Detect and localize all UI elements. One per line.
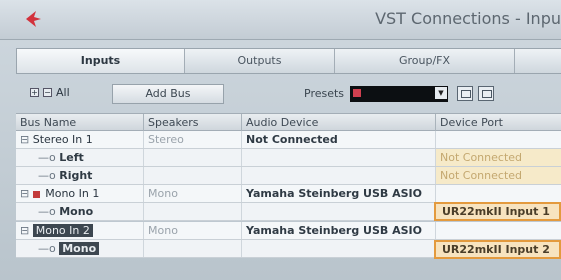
device-port-cell[interactable]: Not Connected (436, 167, 561, 184)
bus-name-selected[interactable]: Mono In 2 (32, 224, 93, 237)
tab-inputs[interactable]: Inputs (17, 49, 185, 73)
title-bar: VST Connections - Inpu (0, 0, 561, 40)
channel-name-cell: —o Left (16, 149, 144, 166)
device-port-cell[interactable] (436, 185, 561, 202)
tab-outputs[interactable]: Outputs (185, 49, 335, 73)
audio-device-cell (242, 203, 436, 220)
column-header-audio-device[interactable]: Audio Device (242, 114, 436, 131)
table-header: Bus Name Speakers Audio Device Device Po… (16, 113, 561, 131)
bus-name: Stereo In 1 (32, 133, 93, 146)
all-label: All (56, 86, 70, 99)
expand-all-toggle[interactable]: + − All (30, 86, 70, 99)
device-port-cell[interactable] (436, 131, 561, 148)
column-header-speakers[interactable]: Speakers (144, 114, 242, 131)
window-title: VST Connections - Inpu (375, 9, 561, 28)
device-port-input-1[interactable]: UR22mkII Input 1 (434, 202, 561, 221)
collapse-icon[interactable]: ⊟ (20, 187, 29, 200)
speakers-cell (144, 203, 242, 220)
channel-connector-icon: —o (38, 242, 56, 255)
collapse-icon[interactable]: ⊟ (20, 224, 29, 237)
speakers-cell[interactable]: Stereo (144, 131, 242, 148)
speakers-cell (144, 149, 242, 166)
table-row[interactable]: ⊟ Stereo In 1 Stereo Not Connected (16, 131, 561, 149)
table-row[interactable]: ⊟ Mono In 2 Mono Yamaha Steinberg USB AS… (16, 222, 561, 240)
device-port-input-2[interactable]: UR22mkII Input 2 (434, 240, 561, 259)
vst-connections-window: VST Connections - Inpu Inputs Outputs Gr… (0, 0, 561, 280)
speakers-cell (144, 167, 242, 184)
column-header-device-port[interactable]: Device Port (436, 114, 561, 131)
speaker-icon (32, 190, 40, 198)
channel-name: Mono (59, 205, 94, 218)
bus-name-cell: ⊟ Mono In 2 (16, 222, 144, 239)
audio-device-cell (242, 240, 436, 257)
channel-name-selected[interactable]: Mono (59, 242, 100, 255)
collapse-icon[interactable]: ⊟ (20, 133, 29, 146)
audio-device-cell (242, 149, 436, 166)
channel-connector-icon: —o (38, 205, 56, 218)
channel-connector-icon: —o (38, 169, 56, 182)
save-preset-icon[interactable] (457, 86, 473, 101)
column-header-bus-name[interactable]: Bus Name (16, 114, 144, 131)
bus-name-cell: ⊟ Mono In 1 (16, 185, 144, 202)
device-port-cell[interactable] (436, 222, 561, 239)
table-row[interactable]: —o Left Not Connected (16, 149, 561, 167)
audio-device-cell[interactable]: Not Connected (242, 131, 436, 148)
channel-connector-icon: —o (38, 151, 56, 164)
chevron-down-icon: ▼ (435, 87, 447, 99)
toolbar: + − All Add Bus Presets ▼ (16, 82, 561, 106)
collapse-icon: − (43, 88, 52, 97)
audio-device-cell[interactable]: Yamaha Steinberg USB ASIO (242, 222, 436, 239)
device-port-cell[interactable]: Not Connected (436, 149, 561, 166)
audio-device-cell (242, 167, 436, 184)
channel-name-cell: —o Mono (16, 240, 144, 257)
tab-group-fx[interactable]: Group/FX (335, 49, 515, 73)
cubase-logo-icon (26, 11, 41, 27)
expand-icon: + (30, 88, 39, 97)
audio-device-cell[interactable]: Yamaha Steinberg USB ASIO (242, 185, 436, 202)
add-bus-button[interactable]: Add Bus (112, 84, 224, 104)
speakers-cell (144, 240, 242, 257)
channel-name: Left (59, 151, 84, 164)
speakers-cell[interactable]: Mono (144, 185, 242, 202)
preset-marker-icon (353, 89, 361, 97)
presets-dropdown[interactable]: ▼ (350, 86, 448, 102)
remove-preset-icon[interactable] (478, 86, 494, 101)
table-row[interactable]: —o Right Not Connected (16, 167, 561, 185)
channel-name: Right (59, 169, 93, 182)
channel-name-cell: —o Mono (16, 203, 144, 220)
presets-label: Presets (304, 87, 345, 100)
channel-name-cell: —o Right (16, 167, 144, 184)
bus-name: Mono In 1 (45, 187, 100, 200)
table-row[interactable]: ⊟ Mono In 1 Mono Yamaha Steinberg USB AS… (16, 185, 561, 203)
tab-bar: Inputs Outputs Group/FX (16, 48, 561, 74)
speakers-cell[interactable]: Mono (144, 222, 242, 239)
bus-name-cell: ⊟ Stereo In 1 (16, 131, 144, 148)
